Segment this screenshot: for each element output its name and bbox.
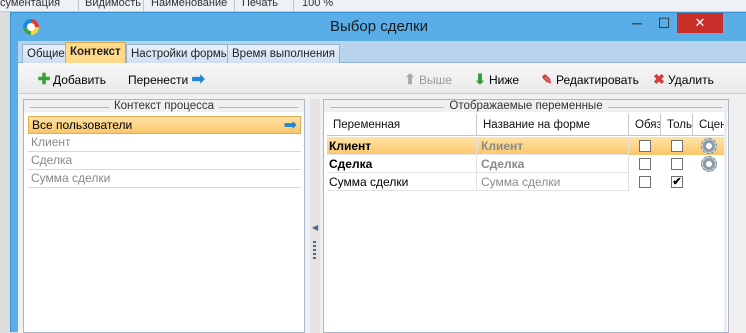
- tab-context[interactable]: Контекст: [65, 42, 126, 64]
- cell-form-name[interactable]: Сделка: [477, 155, 629, 173]
- readonly-checkbox[interactable]: [671, 158, 683, 170]
- bg-toolbar-item[interactable]: Видимость: [85, 0, 141, 9]
- list-item-label: Все пользователи: [32, 118, 133, 132]
- gear-icon[interactable]: [701, 138, 717, 154]
- column-header-variable[interactable]: Переменная: [327, 114, 477, 136]
- add-button[interactable]: ✚ Добавить: [37, 71, 106, 88]
- edit-button[interactable]: ✎ Редактировать: [540, 71, 639, 88]
- minimize-button[interactable]: ─: [624, 13, 650, 33]
- table-row[interactable]: Сумма сделки Сумма сделки ✔: [327, 173, 727, 191]
- arrow-up-icon: ⬆: [404, 71, 416, 87]
- delete-button-label: Удалить: [668, 73, 714, 87]
- table-row[interactable]: Клиент Клиент: [327, 137, 727, 155]
- cell-variable: Сделка: [327, 155, 477, 173]
- move-down-button-label: Ниже: [489, 73, 520, 87]
- cell-form-name[interactable]: Клиент: [477, 137, 629, 155]
- vertical-scrollbar[interactable]: [724, 100, 727, 332]
- readonly-checkbox[interactable]: ✔: [671, 176, 683, 188]
- title-bar[interactable]: Выбор сделки ─ ☐ ✕: [11, 13, 746, 41]
- x-icon: ✖: [653, 71, 665, 87]
- column-header-script[interactable]: Сцен: [693, 114, 727, 136]
- bg-toolbar-item[interactable]: сументация: [0, 0, 60, 9]
- displayed-variables-panel: Отображаемые переменные Переменная Назва…: [323, 99, 729, 333]
- process-context-panel: Контекст процесса Все пользователи ➡ Клие…: [23, 99, 305, 333]
- bg-toolbar-item[interactable]: 100 %: [302, 0, 333, 9]
- move-up-button[interactable]: ⬆ Выше: [403, 71, 452, 88]
- background-app-toolbar: сументация Видимость Наименование Печать…: [0, 0, 746, 12]
- arrow-right-icon: ➡: [191, 71, 205, 88]
- pencil-icon: ✎: [541, 72, 553, 87]
- required-checkbox[interactable]: [639, 176, 651, 188]
- bg-toolbar-item[interactable]: Печать: [242, 0, 278, 9]
- plus-icon: ✚: [37, 71, 51, 88]
- panel-title: Контекст процесса: [24, 100, 304, 112]
- tab-strip: Общие Контекст Настройки формы Время вып…: [18, 41, 746, 64]
- action-toolbar: ✚ Добавить Перенести ➡ ⬆ Выше ⬇ Ниже ✎ Редакт…: [18, 63, 746, 94]
- arrow-right-icon[interactable]: ➡: [284, 118, 297, 134]
- process-context-title: Контекст процесса: [108, 100, 220, 112]
- list-item[interactable]: Все пользователи ➡: [28, 116, 301, 134]
- collapse-left-icon[interactable]: ◀: [312, 223, 318, 232]
- column-header-form-name[interactable]: Название на форме: [477, 114, 629, 136]
- required-checkbox[interactable]: [639, 158, 651, 170]
- panel-title: Отображаемые переменные: [324, 100, 728, 112]
- close-button[interactable]: ✕: [677, 13, 723, 33]
- dialog-content: Общие Контекст Настройки формы Время вып…: [18, 41, 746, 333]
- tab-form-settings[interactable]: Настройки формы: [126, 44, 235, 63]
- tab-execution-time[interactable]: Время выполнения: [227, 44, 340, 63]
- table-row[interactable]: Сделка Сделка: [327, 155, 727, 173]
- move-button-label: Перенести: [128, 73, 189, 87]
- move-down-button[interactable]: ⬇ Ниже: [473, 71, 519, 88]
- gear-icon[interactable]: [701, 156, 717, 172]
- column-header-required[interactable]: Обяз: [629, 114, 661, 136]
- delete-button[interactable]: ✖ Удалить: [652, 71, 714, 88]
- move-button[interactable]: Перенести ➡: [128, 71, 207, 88]
- list-item[interactable]: Сумма сделки: [28, 170, 301, 188]
- panel-splitter[interactable]: ◀: [310, 99, 320, 333]
- add-button-label: Добавить: [53, 73, 107, 87]
- move-up-button-label: Выше: [419, 73, 452, 87]
- cell-form-name[interactable]: Сумма сделки: [477, 173, 629, 191]
- maximize-button[interactable]: ☐: [651, 13, 677, 33]
- tab-general[interactable]: Общие: [22, 44, 70, 63]
- arrow-down-icon: ⬇: [474, 71, 486, 87]
- edit-button-label: Редактировать: [556, 73, 639, 87]
- displayed-variables-title: Отображаемые переменные: [444, 100, 608, 112]
- list-item[interactable]: Клиент: [28, 134, 301, 152]
- bg-toolbar-item[interactable]: Наименование: [151, 0, 227, 9]
- cell-variable: Клиент: [327, 137, 477, 155]
- readonly-checkbox[interactable]: [671, 140, 683, 152]
- splitter-grip-icon: [313, 241, 316, 261]
- cell-variable: Сумма сделки: [327, 173, 477, 191]
- required-checkbox[interactable]: [639, 140, 651, 152]
- dialog-window: Выбор сделки ─ ☐ ✕ Общие Контекст Настро…: [10, 12, 746, 333]
- list-item[interactable]: Сделка: [28, 152, 301, 170]
- column-header-readonly[interactable]: Толь: [661, 114, 693, 136]
